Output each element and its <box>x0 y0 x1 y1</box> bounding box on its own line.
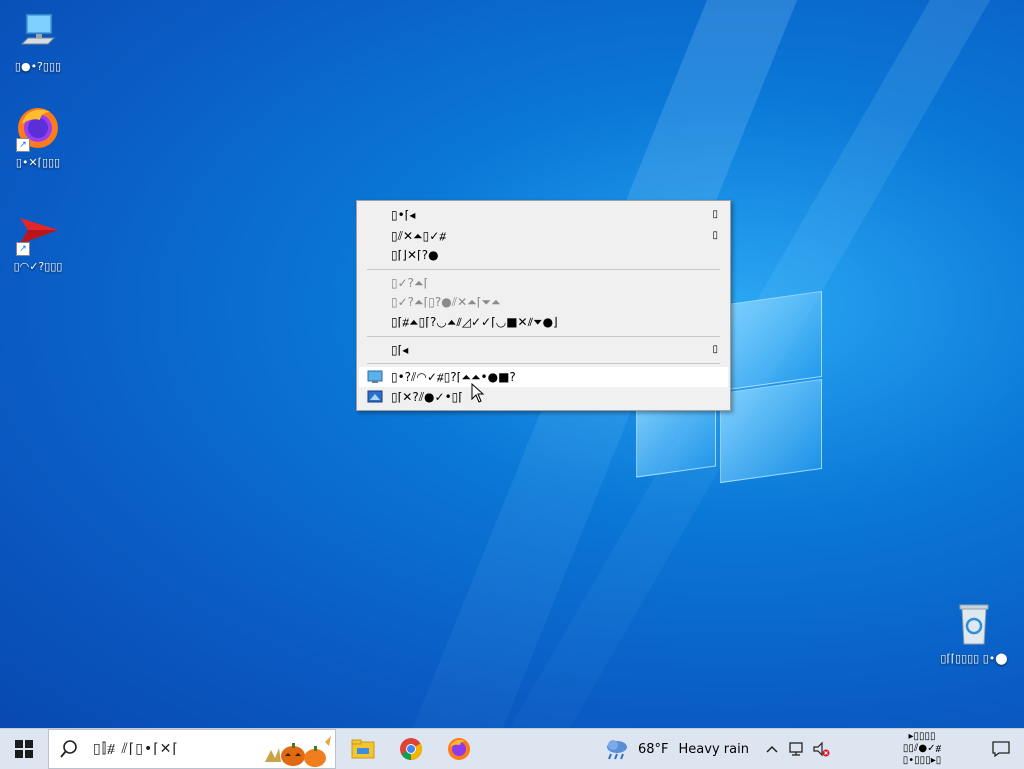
desktop-context-menu: ▯•⌈◂ ▯ ▯⫽✕⏶▯✓⧥ ▯ ▯⌈⌋✕⌈?● ▯✓?⏶⌈ ▯✓?⏶⌈▯?●⫽… <box>356 200 731 411</box>
volume-tray-button[interactable] <box>810 729 832 769</box>
display-settings-icon <box>367 370 383 384</box>
menu-item-personalize[interactable]: ▯⌈✕?⫽●✓•▯⌈ <box>359 387 728 407</box>
menu-item-paste-shortcut[interactable]: ▯✓?⏶⌈▯?●⫽✕⏶⌈⏷⏶ <box>359 292 728 312</box>
search-box[interactable]: ▯⫿⧥ ⫽⌈▯•⌈✕⌈ <box>48 729 336 769</box>
desktop-icon-recycle-bin[interactable]: ▯⌈⌈▯▯▯▯ ▯•⬤ <box>936 600 1012 665</box>
shortcut-arrow-icon: ↗ <box>16 138 30 152</box>
menu-item-view[interactable]: ▯•⌈◂ ▯ <box>359 205 728 225</box>
submenu-arrow-icon: ▯ <box>712 230 718 241</box>
menu-separator <box>367 336 720 337</box>
taskbar: ▯⫿⧥ ⫽⌈▯•⌈✕⌈ 68°F Heavy rain ▸▯▯▯▯ ▯▯⫽●✓⧥… <box>0 728 1024 769</box>
desktop-background[interactable]: ▯●•?▯▯▯ ↗ ▯•✕⌈▯▯▯ ↗ ▯◠✓?▯▯▯ ▯⌈⌈▯▯▯▯ ▯•⬤ … <box>0 0 1024 728</box>
desktop-icon-label: ▯•✕⌈▯▯▯ <box>15 156 61 169</box>
windows-start-icon <box>15 740 33 758</box>
menu-item-label: ▯✓?⏶⌈▯?●⫽✕⏶⌈⏷⏶ <box>391 295 501 309</box>
personalize-icon <box>367 390 383 404</box>
menu-item-label: ▯•⌈◂ <box>391 208 416 222</box>
folder-icon <box>351 739 375 759</box>
action-center-button[interactable] <box>978 729 1024 769</box>
chrome-icon <box>400 738 422 760</box>
clock-line: ▸▯▯▯▯ <box>908 731 936 742</box>
notification-icon <box>992 741 1010 757</box>
desktop-icon-label: ▯⌈⌈▯▯▯▯ ▯•⬤ <box>940 652 1008 665</box>
weather-condition: Heavy rain <box>678 741 749 757</box>
desktop-icon-this-pc[interactable]: ▯●•?▯▯▯ <box>0 8 76 73</box>
mouse-pointer-icon <box>471 383 485 403</box>
menu-separator <box>367 269 720 270</box>
menu-item-label: ▯✓?⏶⌈ <box>391 276 429 290</box>
firefox-icon <box>448 738 470 760</box>
computer-icon <box>14 8 62 56</box>
search-icon <box>60 740 77 758</box>
menu-item-label: ▯•?⫽◠✓⧥▯?⌈⏶⏶•●■? <box>391 370 516 384</box>
menu-item-new[interactable]: ▯⌈◂ ▯ <box>359 340 728 360</box>
firefox-icon: ↗ <box>14 104 62 152</box>
menu-item-display-settings[interactable]: ▯•?⫽◠✓⧥▯?⌈⏶⏶•●■? <box>359 367 728 387</box>
network-tray-button[interactable] <box>786 729 808 769</box>
menu-item-label: ▯⌈⧥⏶▯⌈?◡⏶⫽◿✓✓⌈◡■✕⫽⏷●⌋ <box>391 315 558 329</box>
desktop-icon-app-shortcut[interactable]: ↗ ▯◠✓?▯▯▯ <box>0 208 76 273</box>
recycle-bin-icon <box>950 600 998 648</box>
shortcut-arrow-icon: ↗ <box>16 242 30 256</box>
weather-temperature: 68°F <box>638 741 669 757</box>
clock-line: ▯•▯▯▯▸▯ <box>902 755 942 766</box>
desktop-icon-label: ▯◠✓?▯▯▯ <box>13 260 63 273</box>
volume-muted-icon <box>813 741 830 757</box>
halloween-pumpkin-icon <box>265 736 331 767</box>
paper-plane-icon: ↗ <box>14 208 62 256</box>
menu-item-paste[interactable]: ▯✓?⏶⌈ <box>359 273 728 293</box>
menu-item-label: ▯⫽✕⏶▯✓⧥ <box>391 229 447 243</box>
menu-separator <box>367 363 720 364</box>
desktop-icon-firefox[interactable]: ↗ ▯•✕⌈▯▯▯ <box>0 104 76 169</box>
menu-item-refresh[interactable]: ▯⌈⌋✕⌈?● <box>359 245 728 265</box>
menu-item-label: ▯⌈✕?⫽●✓•▯⌈ <box>391 390 463 404</box>
taskbar-chrome[interactable] <box>388 729 434 769</box>
menu-item-sort-by[interactable]: ▯⫽✕⏶▯✓⧥ ▯ <box>359 226 728 246</box>
weather-widget[interactable]: 68°F Heavy rain <box>604 729 754 769</box>
search-placeholder: ▯⫿⧥ ⫽⌈▯•⌈✕⌈ <box>93 741 179 757</box>
submenu-arrow-icon: ▯ <box>712 344 718 355</box>
chevron-up-icon <box>766 745 778 753</box>
submenu-arrow-icon: ▯ <box>712 209 718 220</box>
network-icon <box>789 742 803 756</box>
taskbar-file-explorer[interactable] <box>340 729 386 769</box>
rain-cloud-icon <box>607 740 627 760</box>
start-button[interactable] <box>0 729 48 769</box>
taskbar-firefox[interactable] <box>436 729 482 769</box>
system-clock[interactable]: ▸▯▯▯▯ ▯▯⫽●✓⧥ ▯•▯▯▯▸▯ <box>880 731 964 767</box>
menu-item-label: ▯⌈⌋✕⌈?● <box>391 248 439 262</box>
clock-line: ▯▯⫽●✓⧥ <box>902 743 942 754</box>
menu-item-undo[interactable]: ▯⌈⧥⏶▯⌈?◡⏶⫽◿✓✓⌈◡■✕⫽⏷●⌋ <box>359 312 728 332</box>
desktop-icon-label: ▯●•?▯▯▯ <box>14 60 62 73</box>
menu-item-label: ▯⌈◂ <box>391 343 409 357</box>
show-hidden-icons-button[interactable] <box>762 729 782 769</box>
